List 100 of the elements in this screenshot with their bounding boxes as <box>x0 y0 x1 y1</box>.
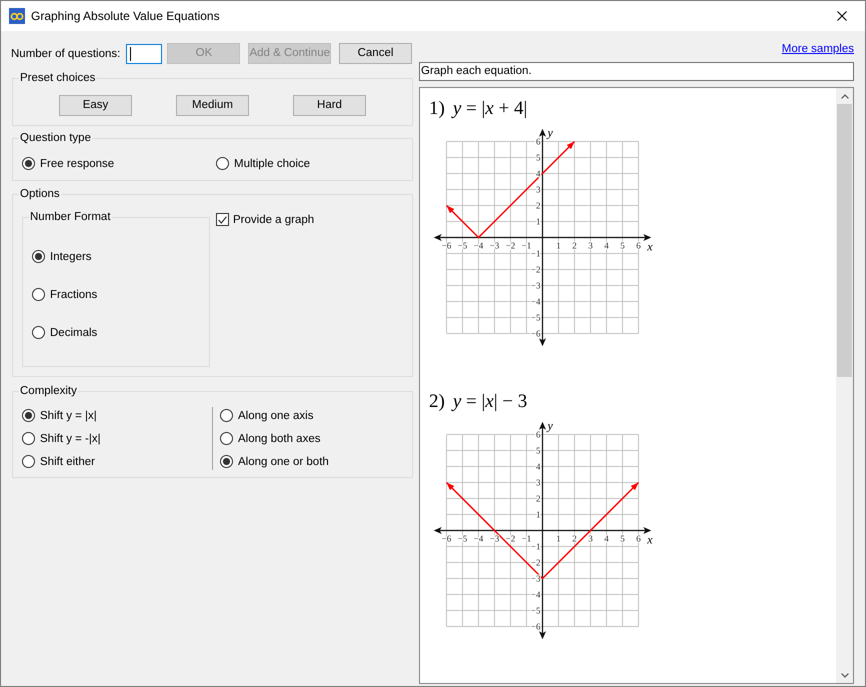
x-tick-label: 3 <box>588 534 593 544</box>
equation: y = |x + 4| <box>452 97 528 121</box>
y-axis-label: y <box>548 128 553 140</box>
y-tick-label: 5 <box>536 446 540 456</box>
y-tick-label: −4 <box>530 296 540 306</box>
y-tick-label: 4 <box>536 168 540 178</box>
x-tick-label: 6 <box>636 240 641 250</box>
group-title: Preset choices <box>19 71 96 85</box>
radio-button[interactable] <box>22 157 35 170</box>
y-tick-label: 2 <box>536 200 540 210</box>
scroll-down-icon[interactable] <box>840 672 848 678</box>
question-number: 2) <box>429 390 445 414</box>
window-title: Graphing Absolute Value Equations <box>31 9 220 23</box>
y-tick-label: −4 <box>530 590 540 600</box>
instructions-field[interactable]: Graph each equation. <box>419 62 854 81</box>
x-tick-label: −6 <box>442 534 452 544</box>
radio-label[interactable]: Shift y = |x| <box>40 408 97 422</box>
hard-button[interactable]: Hard <box>293 95 366 116</box>
close-icon[interactable] <box>837 11 847 21</box>
y-tick-label: −6 <box>530 328 540 338</box>
radio-label[interactable]: Free response <box>40 156 114 170</box>
x-tick-label: −3 <box>490 240 500 250</box>
x-tick-label: −1 <box>522 534 532 544</box>
x-tick-label: −4 <box>474 240 484 250</box>
radio-button[interactable] <box>32 250 45 263</box>
y-tick-label: 3 <box>536 184 540 194</box>
y-tick-label: −5 <box>530 312 540 322</box>
radio-button[interactable] <box>216 157 229 170</box>
x-tick-label: −1 <box>522 240 532 250</box>
y-tick-label: −2 <box>530 558 540 568</box>
x-tick-label: 4 <box>604 240 609 250</box>
radio-label[interactable]: Multiple choice <box>234 156 310 170</box>
scrollbar-thumb[interactable] <box>837 104 852 377</box>
y-tick-label: −6 <box>530 622 540 632</box>
radio-label[interactable]: Shift y = -|x| <box>40 432 101 446</box>
x-tick-label: 2 <box>572 534 577 544</box>
y-tick-label: 1 <box>536 510 540 520</box>
group-title: Question type <box>19 131 92 145</box>
x-tick-label: 4 <box>604 534 609 544</box>
group-title: Number Format <box>29 210 112 224</box>
y-tick-label: −1 <box>530 542 540 552</box>
radio-button[interactable] <box>22 409 35 422</box>
y-tick-label: −2 <box>530 264 540 274</box>
radio-button[interactable] <box>220 432 233 445</box>
radio-label[interactable]: Along one or both <box>238 454 329 468</box>
radio-button[interactable] <box>220 455 233 468</box>
y-tick-label: −3 <box>530 574 540 584</box>
radio-button[interactable] <box>220 409 233 422</box>
checkmark-icon <box>218 216 227 224</box>
y-tick-label: 4 <box>536 462 540 472</box>
group-title: Options <box>19 187 61 201</box>
y-tick-label: 3 <box>536 478 540 488</box>
y-tick-label: 1 <box>536 216 540 226</box>
radio-label[interactable]: Along both axes <box>238 432 320 446</box>
more-samples-link[interactable]: More samples <box>782 42 854 56</box>
equation: y = |x| − 3 <box>452 390 528 414</box>
x-tick-label: 3 <box>588 240 593 250</box>
x-tick-label: −6 <box>442 240 452 250</box>
checkbox-label[interactable]: Provide a graph <box>233 212 314 226</box>
y-tick-label: −1 <box>530 248 540 258</box>
scrollbar[interactable] <box>836 88 853 683</box>
x-tick-label: 1 <box>556 240 561 250</box>
y-tick-label: −3 <box>530 280 540 290</box>
easy-button[interactable]: Easy <box>59 95 132 116</box>
radio-label[interactable]: Shift either <box>40 454 95 468</box>
radio-button[interactable] <box>22 432 35 445</box>
radio-label[interactable]: Integers <box>50 250 92 264</box>
y-tick-label: 6 <box>536 430 540 440</box>
x-tick-label: −5 <box>458 240 468 250</box>
cancel-button[interactable]: Cancel <box>339 43 412 64</box>
x-tick-label: 2 <box>572 240 577 250</box>
radio-label[interactable]: Decimals <box>50 326 98 340</box>
x-tick-label: −3 <box>490 534 500 544</box>
radio-button[interactable] <box>32 326 45 339</box>
x-tick-label: −5 <box>458 534 468 544</box>
question-number: 1) <box>429 97 445 121</box>
scroll-up-icon[interactable] <box>840 94 848 98</box>
x-tick-label: 5 <box>620 240 625 250</box>
x-tick-label: 5 <box>620 534 625 544</box>
y-tick-label: 6 <box>536 136 540 146</box>
x-tick-label: 1 <box>556 534 561 544</box>
text-cursor-icon <box>130 46 132 60</box>
field-label: Number of questions: <box>11 46 120 60</box>
number-field[interactable] <box>126 44 162 64</box>
radio-button[interactable] <box>22 455 35 468</box>
radio-button[interactable] <box>32 288 45 301</box>
checkbox[interactable] <box>216 213 229 226</box>
y-tick-label: 5 <box>536 152 540 162</box>
x-tick-label: 6 <box>636 534 641 544</box>
x-axis-label: x <box>647 240 653 254</box>
group-title: Complexity <box>19 384 78 398</box>
y-tick-label: −5 <box>530 606 540 616</box>
medium-button[interactable]: Medium <box>176 95 249 116</box>
x-tick-label: −4 <box>474 534 484 544</box>
radio-label[interactable]: Fractions <box>50 288 98 302</box>
y-axis-label: y <box>548 421 553 433</box>
x-tick-label: −2 <box>506 240 516 250</box>
x-axis-label: x <box>647 532 653 546</box>
radio-label[interactable]: Along one axis <box>238 408 314 422</box>
y-tick-label: 2 <box>536 494 540 504</box>
